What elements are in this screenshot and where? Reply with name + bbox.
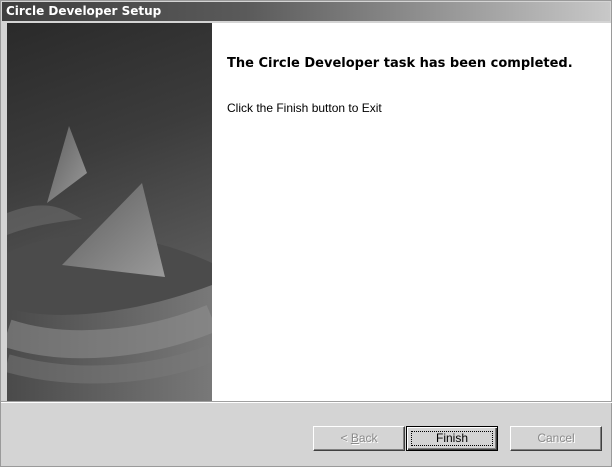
content-panel: The Circle Developer task has been compl…: [7, 23, 611, 401]
window-title: Circle Developer Setup: [6, 4, 162, 18]
back-button-label-rest: ack: [358, 431, 378, 445]
back-button-arrow: <: [340, 431, 351, 445]
finish-button-label: Finish: [435, 431, 468, 445]
finish-instruction: Click the Finish button to Exit: [227, 101, 382, 115]
finish-button[interactable]: Finish: [406, 426, 498, 451]
back-button-label: < Back: [340, 431, 377, 445]
cancel-button-label: Cancel: [537, 431, 575, 445]
setup-dialog: Circle Developer Setup The Circle Develo…: [0, 0, 612, 467]
cancel-button[interactable]: Cancel: [510, 426, 602, 451]
back-button-accelerator: B: [350, 431, 359, 445]
button-separator: [1, 401, 612, 403]
title-bar[interactable]: Circle Developer Setup: [2, 2, 610, 21]
back-button[interactable]: < Back: [313, 426, 405, 451]
completion-heading: The Circle Developer task has been compl…: [227, 56, 573, 71]
side-banner-image: [7, 23, 212, 401]
abstract-swirl-graphic: [7, 126, 212, 401]
